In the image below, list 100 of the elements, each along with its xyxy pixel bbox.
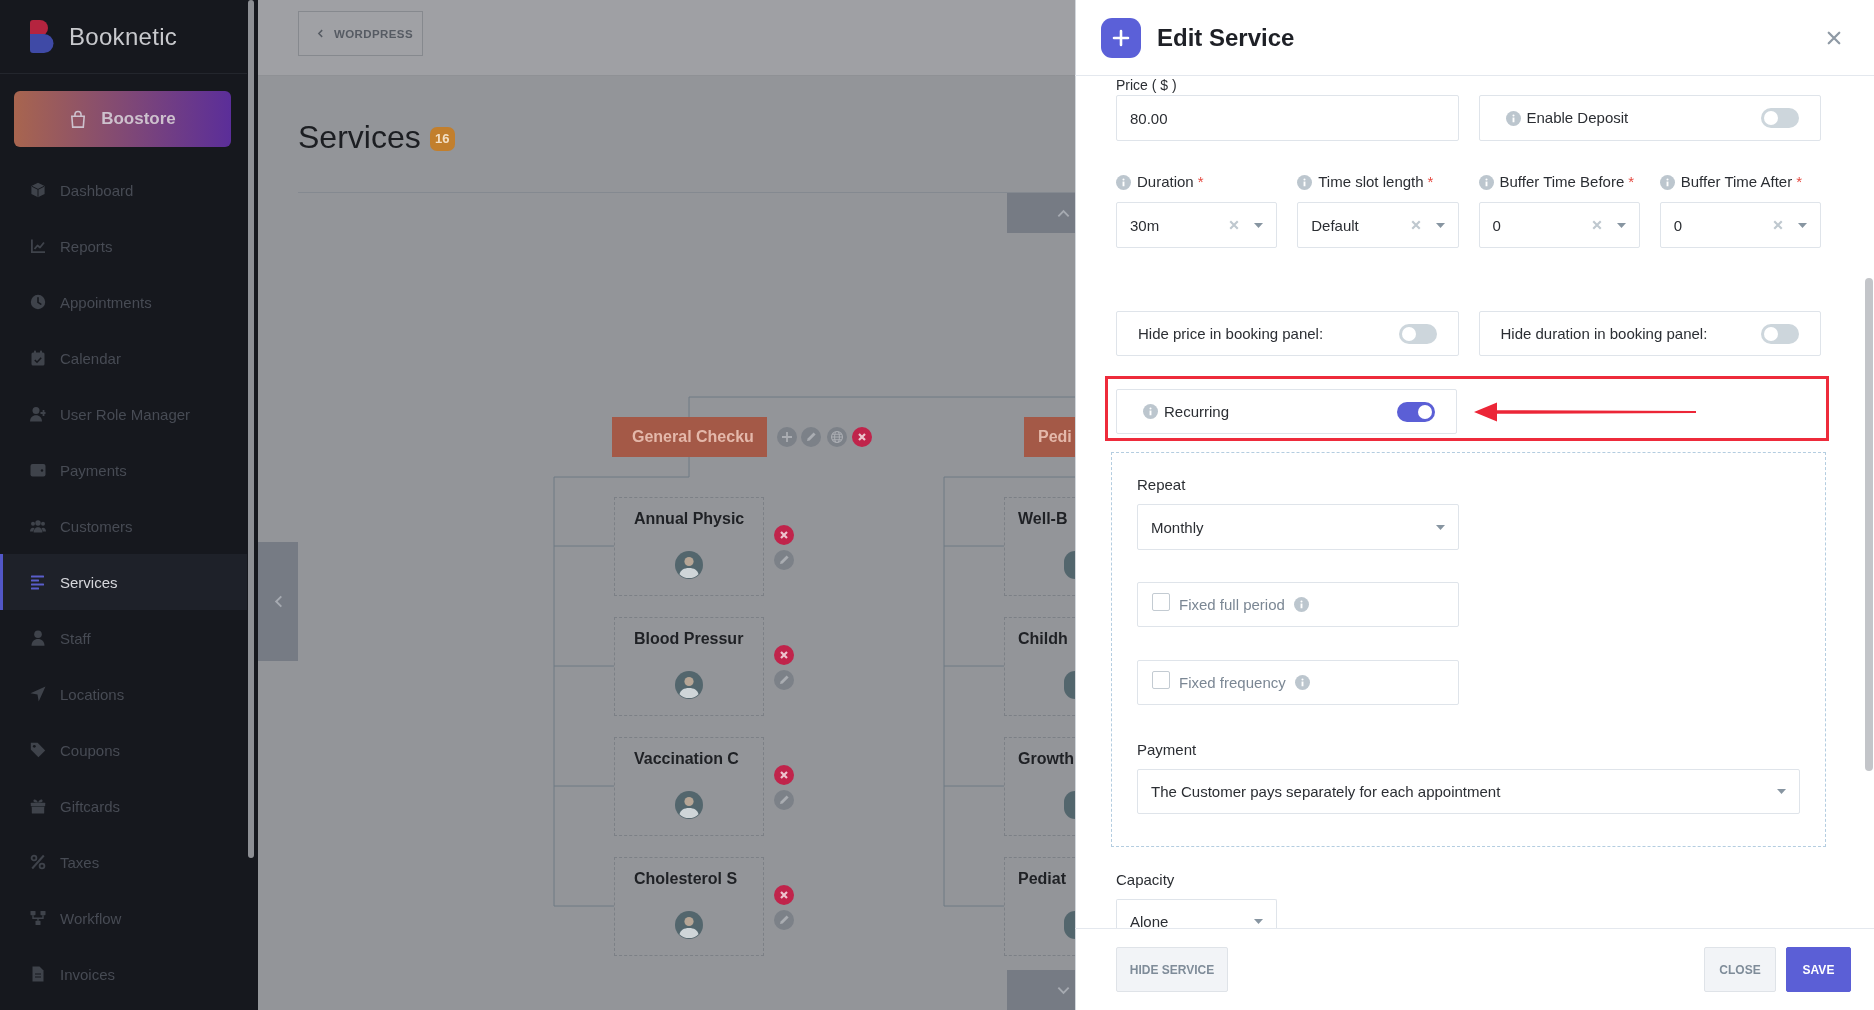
close-icon[interactable] [1827,30,1841,45]
store-button[interactable]: Boostore [14,91,231,147]
clear-icon[interactable] [1410,220,1421,230]
required-mark: * [1796,172,1803,192]
scrollbar-thumb[interactable] [248,0,254,858]
select-field[interactable]: 0 [1478,202,1640,248]
pencil-icon[interactable] [801,427,821,447]
service-card[interactable]: Cholesterol S [614,857,764,956]
scrollbar-thumb[interactable] [1865,278,1873,771]
checkbox[interactable] [1152,592,1170,611]
collapse-button[interactable] [258,542,298,661]
required-mark: * [1197,172,1204,192]
hide-service-button[interactable]: HIDE SERVICE [1116,947,1228,992]
caret-icon [1777,789,1786,794]
info-icon [1294,675,1310,690]
avatar-icon [1064,671,1075,699]
checkbox-label: Fixed frequency [1179,674,1286,691]
flowchart-icon [30,910,46,926]
caret-icon [1798,222,1807,228]
required-mark: * [1628,172,1635,192]
plus-icon [1101,17,1141,58]
service-card[interactable]: Blood Pressur [614,617,764,716]
checkbox[interactable] [1152,670,1170,689]
globe-icon[interactable] [827,427,847,447]
field-label: Capacity [1116,870,1176,890]
info-icon [1116,174,1131,190]
nav-item[interactable]: Services [0,554,247,610]
toggle-label: Enable Deposit [1526,108,1629,128]
toggle-label: Recurring [1164,401,1230,422]
info-icon [1659,174,1675,190]
pencil-icon[interactable] [774,550,794,570]
close-button[interactable]: CLOSE [1704,947,1776,992]
back-button[interactable]: WORDPRESS [298,11,423,56]
field-label: Payment [1137,740,1198,760]
avatar-icon [675,911,703,939]
x-circle-icon[interactable] [774,645,794,665]
avatar-icon [675,551,703,579]
cube-icon [30,182,46,198]
service-name: Blood Pressur [634,629,744,649]
pencil-icon[interactable] [774,910,794,930]
field-label: Price ( $ ) [1116,77,1178,94]
pencil-icon[interactable] [774,670,794,690]
wallet-icon [30,462,46,478]
field-label: Time slot length [1318,172,1424,192]
x-circle-icon[interactable] [774,525,794,545]
caret-icon [1254,222,1264,228]
service-name: Growth [1018,749,1074,769]
toggle-switch[interactable] [1761,108,1799,128]
service-card[interactable]: Vaccination C [614,737,764,836]
avatar-icon [675,671,703,699]
category-node[interactable]: General Checku [612,417,767,457]
select-field[interactable]: Default [1297,202,1459,248]
category-node[interactable]: Pedi [1024,417,1075,457]
chart-icon [30,238,46,254]
info-icon [1297,174,1313,190]
x-circle-icon[interactable] [774,885,794,905]
clear-icon[interactable] [1229,220,1240,230]
plus-icon[interactable] [777,427,797,447]
x-circle-icon[interactable] [852,427,872,447]
select-field[interactable]: 0 [1659,202,1821,248]
page-title: Services [298,118,421,157]
count-badge: 16 [429,126,455,151]
pencil-icon[interactable] [774,790,794,810]
tag-icon [30,742,46,758]
toggle-switch[interactable] [1398,323,1437,344]
select-field[interactable]: The Customer pays separately for each appointment [1137,769,1800,814]
scroll-up-button[interactable] [1007,193,1075,233]
service-name: Well-B [1018,509,1068,529]
select-field[interactable]: Monthly [1137,504,1459,550]
service-name: Childh [1018,629,1068,649]
service-name: Annual Physic [634,509,745,529]
toggle-switch[interactable] [1761,323,1799,344]
select-field[interactable]: Alone [1116,899,1277,928]
scroll-down-button[interactable] [1007,970,1075,1010]
user-plus-icon [30,406,46,422]
toggle-switch[interactable] [1397,401,1435,422]
gift-icon [30,798,46,814]
select-field[interactable]: 30m [1116,202,1278,248]
service-name: Pediat [1018,869,1066,889]
info-icon [1143,404,1158,419]
caret-icon [1254,919,1263,924]
clear-icon[interactable] [1773,220,1783,230]
bag-icon [69,110,88,128]
avatar-icon [675,791,703,819]
chevron-left-icon [316,29,325,38]
required-mark: * [1427,172,1434,192]
logo-icon [30,20,56,53]
price-input[interactable]: 80.00 [1116,95,1459,141]
clear-icon[interactable] [1591,220,1602,230]
field-label: Buffer Time After [1680,172,1793,192]
brand-name: Booknetic [69,22,178,51]
service-name: Cholesterol S [634,869,738,889]
service-name: Vaccination C [634,749,739,769]
service-card[interactable]: Annual Physic [614,497,764,596]
x-circle-icon[interactable] [774,765,794,785]
document-icon [30,966,46,982]
save-button[interactable]: SAVE [1786,947,1851,992]
location-arrow-icon [30,686,46,702]
avatar-icon [1064,911,1075,939]
checkbox-label: Fixed full period [1179,596,1285,613]
